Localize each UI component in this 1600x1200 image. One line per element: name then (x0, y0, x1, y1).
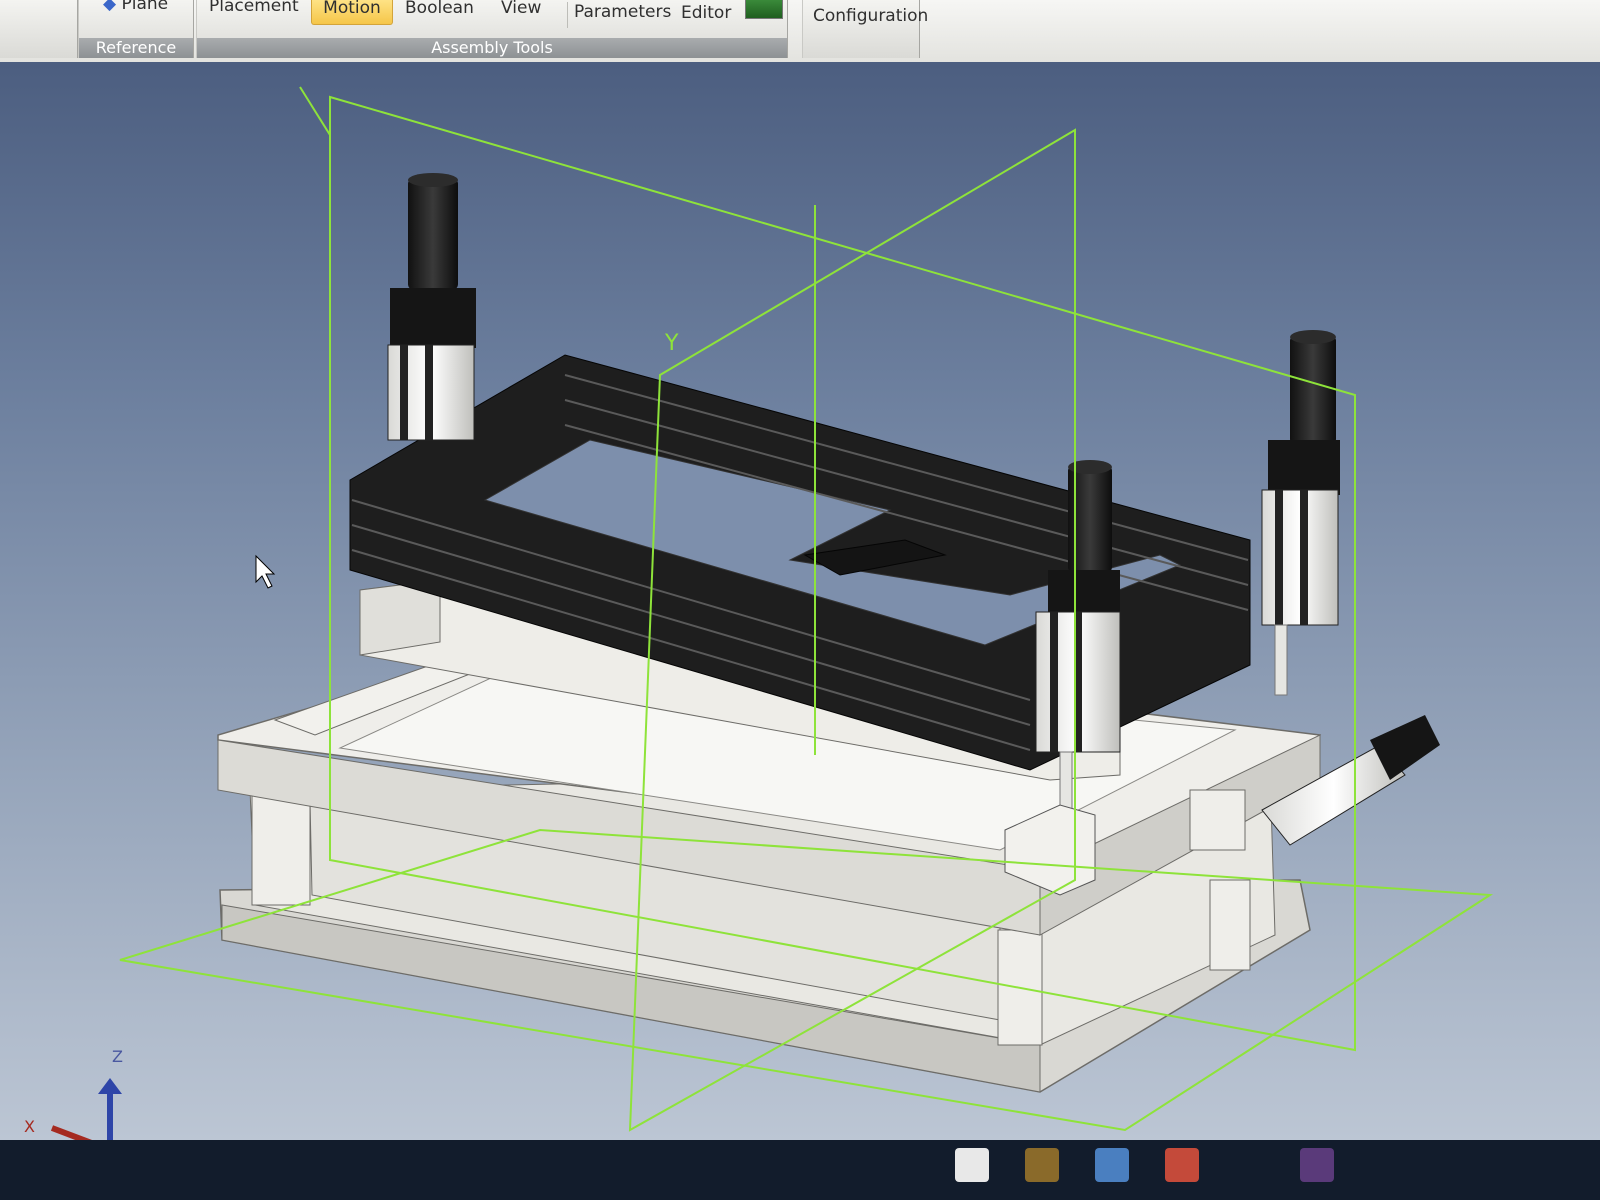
boolean-button[interactable]: Boolean (399, 0, 480, 24)
left-partial-group (0, 0, 78, 58)
reference-group: ◆ Plane Reference (78, 0, 194, 58)
app-icon-1[interactable] (955, 1148, 989, 1182)
configuration-group: Configuration (802, 0, 928, 58)
cube-editor-icon[interactable] (745, 0, 783, 19)
assembly-scene: Y Z X Y (24, 86, 1494, 1142)
plane-icon: ◆ (103, 0, 117, 14)
plane-button[interactable]: ◆ Plane (97, 0, 174, 20)
y-plane-marker: Y (664, 331, 679, 356)
app-icon-2[interactable] (1025, 1148, 1059, 1182)
assembly-tools-caption: Assembly Tools (197, 38, 787, 58)
configuration-button[interactable]: Configuration (807, 6, 934, 32)
axis-triad: Z X Y (24, 1047, 123, 1142)
ribbon-toolbar: ◆ Plane Reference Placement Motion Boole… (0, 0, 1600, 63)
actuator-back-left[interactable] (387, 173, 476, 441)
actuator-back-right[interactable] (1261, 330, 1340, 696)
reference-caption: Reference (79, 38, 193, 58)
editor-button[interactable]: Editor (675, 3, 737, 29)
parameters-button[interactable]: Parameters (567, 2, 677, 28)
3d-viewport[interactable]: Y Z X Y (0, 62, 1600, 1142)
mouse-cursor (255, 554, 276, 589)
placement-button[interactable]: Placement (203, 0, 305, 22)
xz-plane-corner-mark (299, 86, 331, 136)
app-icon-4[interactable] (1165, 1148, 1199, 1182)
assembly-tools-group: Placement Motion Boolean View Parameters… (196, 0, 788, 58)
plane-button-label: Plane (121, 0, 169, 14)
motion-button[interactable]: Motion (311, 0, 393, 25)
z-axis-label: Z (112, 1047, 123, 1066)
taskbar (0, 1140, 1600, 1200)
app-icon-3[interactable] (1095, 1148, 1129, 1182)
view-button[interactable]: View (495, 0, 547, 24)
app-icon-5[interactable] (1300, 1148, 1334, 1182)
x-axis-label: X (24, 1117, 35, 1136)
